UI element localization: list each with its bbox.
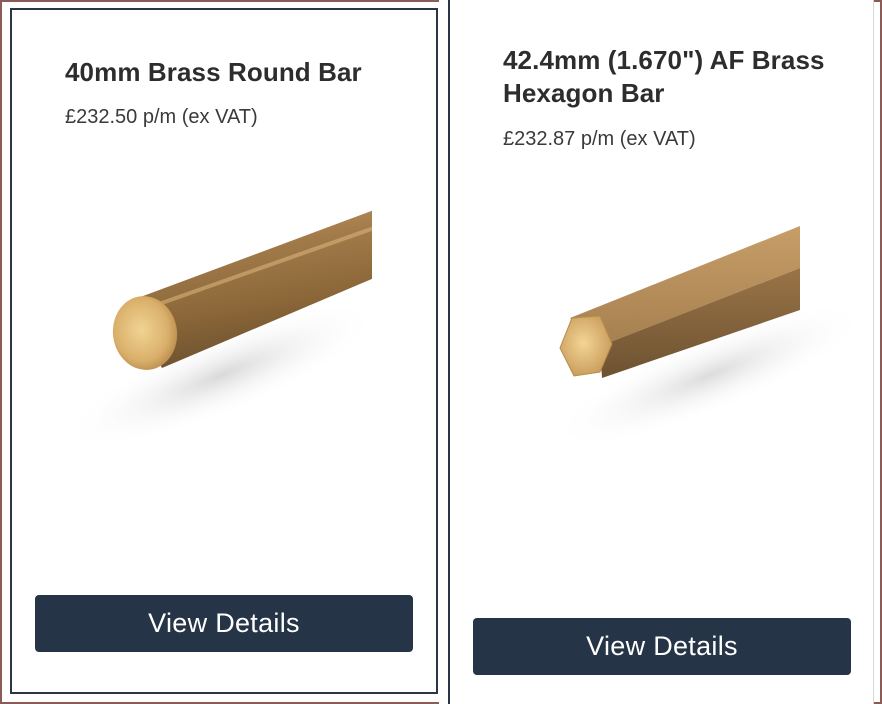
product-title[interactable]: 40mm Brass Round Bar [65, 56, 405, 89]
card-gutter [439, 0, 448, 704]
product-price: £232.50 p/m (ex VAT) [65, 106, 258, 128]
view-details-button[interactable]: View Details [35, 595, 413, 652]
product-price: £232.87 p/m (ex VAT) [503, 128, 696, 150]
brass-hexagon-bar-image[interactable] [500, 210, 860, 470]
brass-round-bar-image[interactable] [32, 200, 372, 470]
product-card-hexagon-bar[interactable]: 42.4mm (1.670") AF Brass Hexagon Bar £23… [448, 0, 874, 704]
product-title[interactable]: 42.4mm (1.670") AF Brass Hexagon Bar [503, 44, 853, 110]
product-card-round-bar[interactable]: 40mm Brass Round Bar £232.50 p/m (ex VAT… [10, 8, 438, 694]
view-details-button[interactable]: View Details [473, 618, 851, 675]
